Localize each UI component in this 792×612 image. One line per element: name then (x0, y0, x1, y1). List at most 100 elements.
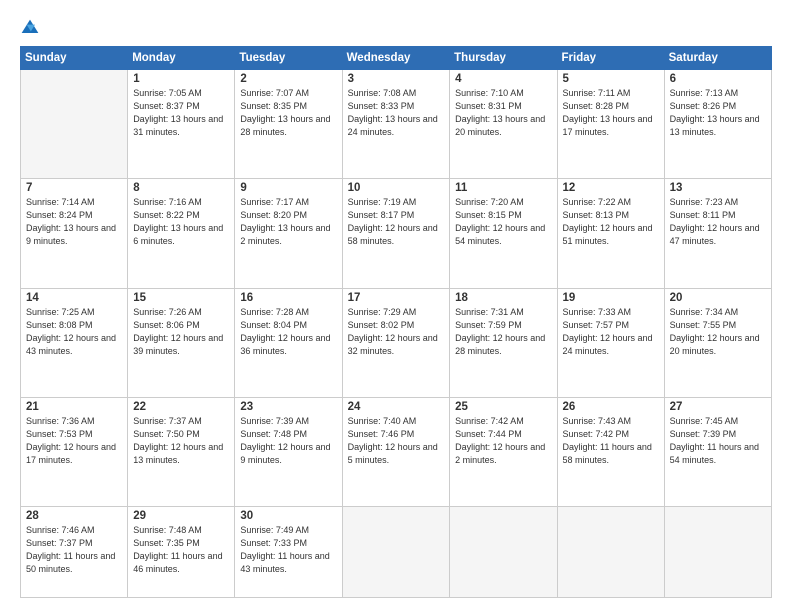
day-number: 22 (133, 401, 229, 413)
calendar-cell: 22 Sunrise: 7:37 AMSunset: 7:50 PMDayligh… (128, 397, 235, 506)
day-number: 13 (670, 182, 766, 194)
calendar-cell: 8Sunrise: 7:16 AMSunset: 8:22 PMDaylight… (128, 179, 235, 288)
calendar-cell: 16Sunrise: 7:28 AMSunset: 8:04 PMDayligh… (235, 288, 342, 397)
day-number: 26 (563, 401, 659, 413)
week-row-2: 7Sunrise: 7:14 AMSunset: 8:24 PMDaylight… (21, 179, 772, 288)
day-number: 24 (348, 401, 445, 413)
calendar-cell: 2 Sunrise: 7:07 AMSunset: 8:35 PMDaylight… (235, 70, 342, 179)
day-info: Sunrise: 7:13 AMSunset: 8:26 PMDaylight:… (670, 87, 766, 139)
calendar-cell: 25 Sunrise: 7:42 AMSunset: 7:44 PMDayligh… (450, 397, 557, 506)
calendar-cell: 29Sunrise: 7:48 AMSunset: 7:35 PMDayligh… (128, 507, 235, 598)
day-number: 21 (26, 401, 122, 413)
day-info: Sunrise: 7:36 AMSunset: 7:53 PMDaylight:… (26, 415, 122, 467)
day-info: Sunrise: 7:11 AMSunset: 8:28 PMDaylight:… (563, 87, 659, 139)
calendar-cell: 30Sunrise: 7:49 AMSunset: 7:33 PMDayligh… (235, 507, 342, 598)
calendar-cell: 6 Sunrise: 7:13 AMSunset: 8:26 PMDaylight… (664, 70, 771, 179)
calendar-cell (21, 70, 128, 179)
day-number: 3 (348, 73, 445, 85)
day-info: Sunrise: 7:29 AMSunset: 8:02 PMDaylight:… (348, 306, 445, 358)
day-number: 20 (670, 292, 766, 304)
day-info: Sunrise: 7:42 AMSunset: 7:44 PMDaylight:… (455, 415, 551, 467)
weekday-header-wednesday: Wednesday (342, 47, 450, 70)
calendar-cell: 19Sunrise: 7:33 AMSunset: 7:57 PMDayligh… (557, 288, 664, 397)
weekday-header-tuesday: Tuesday (235, 47, 342, 70)
calendar-cell: 11 Sunrise: 7:20 AMSunset: 8:15 PMDayligh… (450, 179, 557, 288)
calendar-cell: 13 Sunrise: 7:23 AMSunset: 8:11 PMDayligh… (664, 179, 771, 288)
calendar-cell: 23 Sunrise: 7:39 AMSunset: 7:48 PMDayligh… (235, 397, 342, 506)
day-number: 27 (670, 401, 766, 413)
day-info: Sunrise: 7:08 AMSunset: 8:33 PMDaylight:… (348, 87, 445, 139)
day-number: 15 (133, 292, 229, 304)
calendar-cell: 26Sunrise: 7:43 AMSunset: 7:42 PMDayligh… (557, 397, 664, 506)
day-number: 1 (133, 73, 229, 85)
calendar-cell: 21 Sunrise: 7:36 AMSunset: 7:53 PMDayligh… (21, 397, 128, 506)
day-number: 10 (348, 182, 445, 194)
day-info: Sunrise: 7:40 AMSunset: 7:46 PMDaylight:… (348, 415, 445, 467)
week-row-3: 14Sunrise: 7:25 AMSunset: 8:08 PMDayligh… (21, 288, 772, 397)
day-info: Sunrise: 7:45 AMSunset: 7:39 PMDaylight:… (670, 415, 766, 467)
calendar-cell: 24 Sunrise: 7:40 AMSunset: 7:46 PMDayligh… (342, 397, 450, 506)
day-info: Sunrise: 7:28 AMSunset: 8:04 PMDaylight:… (240, 306, 336, 358)
day-number: 5 (563, 73, 659, 85)
logo (20, 18, 44, 38)
weekday-header-row: SundayMondayTuesdayWednesdayThursdayFrid… (21, 47, 772, 70)
day-info: Sunrise: 7:20 AMSunset: 8:15 PMDaylight:… (455, 196, 551, 248)
week-row-5: 28 Sunrise: 7:46 AMSunset: 7:37 PMDayligh… (21, 507, 772, 598)
calendar-cell: 17 Sunrise: 7:29 AMSunset: 8:02 PMDayligh… (342, 288, 450, 397)
weekday-header-monday: Monday (128, 47, 235, 70)
day-number: 19 (563, 292, 659, 304)
day-number: 30 (240, 510, 336, 522)
calendar-cell (450, 507, 557, 598)
day-info: Sunrise: 7:10 AMSunset: 8:31 PMDaylight:… (455, 87, 551, 139)
day-number: 28 (26, 510, 122, 522)
calendar-cell: 3 Sunrise: 7:08 AMSunset: 8:33 PMDaylight… (342, 70, 450, 179)
calendar-cell: 18 Sunrise: 7:31 AMSunset: 7:59 PMDayligh… (450, 288, 557, 397)
weekday-header-thursday: Thursday (450, 47, 557, 70)
day-info: Sunrise: 7:37 AMSunset: 7:50 PMDaylight:… (133, 415, 229, 467)
day-info: Sunrise: 7:34 AMSunset: 7:55 PMDaylight:… (670, 306, 766, 358)
weekday-header-sunday: Sunday (21, 47, 128, 70)
day-number: 18 (455, 292, 551, 304)
day-number: 12 (563, 182, 659, 194)
calendar-cell: 1 Sunrise: 7:05 AMSunset: 8:37 PMDaylight… (128, 70, 235, 179)
calendar-cell: 9Sunrise: 7:17 AMSunset: 8:20 PMDaylight… (235, 179, 342, 288)
calendar-cell (557, 507, 664, 598)
day-number: 7 (26, 182, 122, 194)
calendar-cell: 20 Sunrise: 7:34 AMSunset: 7:55 PMDayligh… (664, 288, 771, 397)
calendar-cell: 27 Sunrise: 7:45 AMSunset: 7:39 PMDayligh… (664, 397, 771, 506)
day-number: 9 (240, 182, 336, 194)
day-info: Sunrise: 7:26 AMSunset: 8:06 PMDaylight:… (133, 306, 229, 358)
calendar-cell: 15 Sunrise: 7:26 AMSunset: 8:06 PMDayligh… (128, 288, 235, 397)
day-number: 14 (26, 292, 122, 304)
day-number: 11 (455, 182, 551, 194)
calendar-cell: 4 Sunrise: 7:10 AMSunset: 8:31 PMDaylight… (450, 70, 557, 179)
calendar-cell: 28 Sunrise: 7:46 AMSunset: 7:37 PMDayligh… (21, 507, 128, 598)
day-info: Sunrise: 7:23 AMSunset: 8:11 PMDaylight:… (670, 196, 766, 248)
day-info: Sunrise: 7:05 AMSunset: 8:37 PMDaylight:… (133, 87, 229, 139)
day-number: 6 (670, 73, 766, 85)
weekday-header-saturday: Saturday (664, 47, 771, 70)
day-number: 23 (240, 401, 336, 413)
calendar-cell: 14Sunrise: 7:25 AMSunset: 8:08 PMDayligh… (21, 288, 128, 397)
week-row-4: 21 Sunrise: 7:36 AMSunset: 7:53 PMDayligh… (21, 397, 772, 506)
weekday-header-friday: Friday (557, 47, 664, 70)
day-number: 4 (455, 73, 551, 85)
day-number: 25 (455, 401, 551, 413)
day-info: Sunrise: 7:31 AMSunset: 7:59 PMDaylight:… (455, 306, 551, 358)
calendar-cell: 5 Sunrise: 7:11 AMSunset: 8:28 PMDaylight… (557, 70, 664, 179)
day-info: Sunrise: 7:46 AMSunset: 7:37 PMDaylight:… (26, 524, 122, 576)
day-number: 29 (133, 510, 229, 522)
calendar-cell: 10 Sunrise: 7:19 AMSunset: 8:17 PMDayligh… (342, 179, 450, 288)
day-info: Sunrise: 7:39 AMSunset: 7:48 PMDaylight:… (240, 415, 336, 467)
day-info: Sunrise: 7:22 AMSunset: 8:13 PMDaylight:… (563, 196, 659, 248)
calendar: SundayMondayTuesdayWednesdayThursdayFrid… (20, 46, 772, 598)
logo-icon (20, 18, 40, 38)
day-info: Sunrise: 7:07 AMSunset: 8:35 PMDaylight:… (240, 87, 336, 139)
day-number: 2 (240, 73, 336, 85)
calendar-cell: 7Sunrise: 7:14 AMSunset: 8:24 PMDaylight… (21, 179, 128, 288)
calendar-cell (664, 507, 771, 598)
day-number: 17 (348, 292, 445, 304)
day-info: Sunrise: 7:19 AMSunset: 8:17 PMDaylight:… (348, 196, 445, 248)
calendar-cell (342, 507, 450, 598)
week-row-1: 1 Sunrise: 7:05 AMSunset: 8:37 PMDaylight… (21, 70, 772, 179)
